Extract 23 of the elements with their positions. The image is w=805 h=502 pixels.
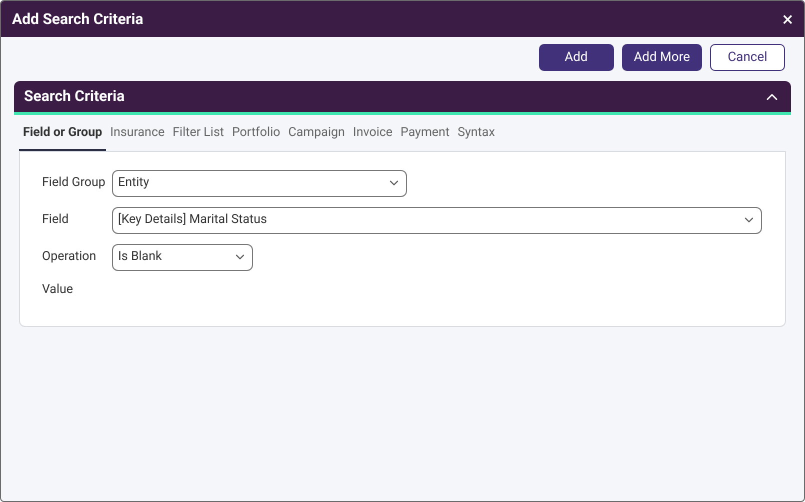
select-field[interactable]: Is Blank bbox=[112, 244, 253, 271]
select-value: [Key Details] Marital Status bbox=[118, 210, 267, 229]
select-value: Is Blank bbox=[118, 248, 162, 266]
select-value: Entity bbox=[118, 174, 150, 192]
cancel-button[interactable]: Cancel bbox=[710, 44, 785, 71]
window-title: Add Search Criteria bbox=[12, 8, 144, 30]
tab[interactable]: Campaign bbox=[284, 124, 349, 151]
tab[interactable]: Syntax bbox=[454, 124, 499, 151]
tab[interactable]: Filter List bbox=[168, 124, 228, 151]
select-field[interactable]: [Key Details] Marital Status bbox=[112, 206, 762, 234]
tab[interactable]: Payment bbox=[396, 124, 454, 151]
field-label: Value bbox=[42, 280, 74, 299]
primary-button[interactable]: Add bbox=[538, 44, 614, 71]
section-title: Search Criteria bbox=[24, 86, 125, 108]
field-label: Field Group bbox=[42, 174, 106, 192]
field-label: Field bbox=[42, 211, 70, 230]
tab[interactable]: Invoice bbox=[348, 124, 397, 151]
close-button[interactable]: × bbox=[782, 9, 793, 29]
primary-button[interactable]: Add More bbox=[622, 44, 702, 71]
field-label: Operation bbox=[42, 248, 98, 266]
select-field[interactable]: Entity bbox=[112, 170, 407, 197]
tab[interactable]: Insurance bbox=[106, 124, 169, 151]
tab[interactable]: Portfolio bbox=[228, 124, 284, 151]
